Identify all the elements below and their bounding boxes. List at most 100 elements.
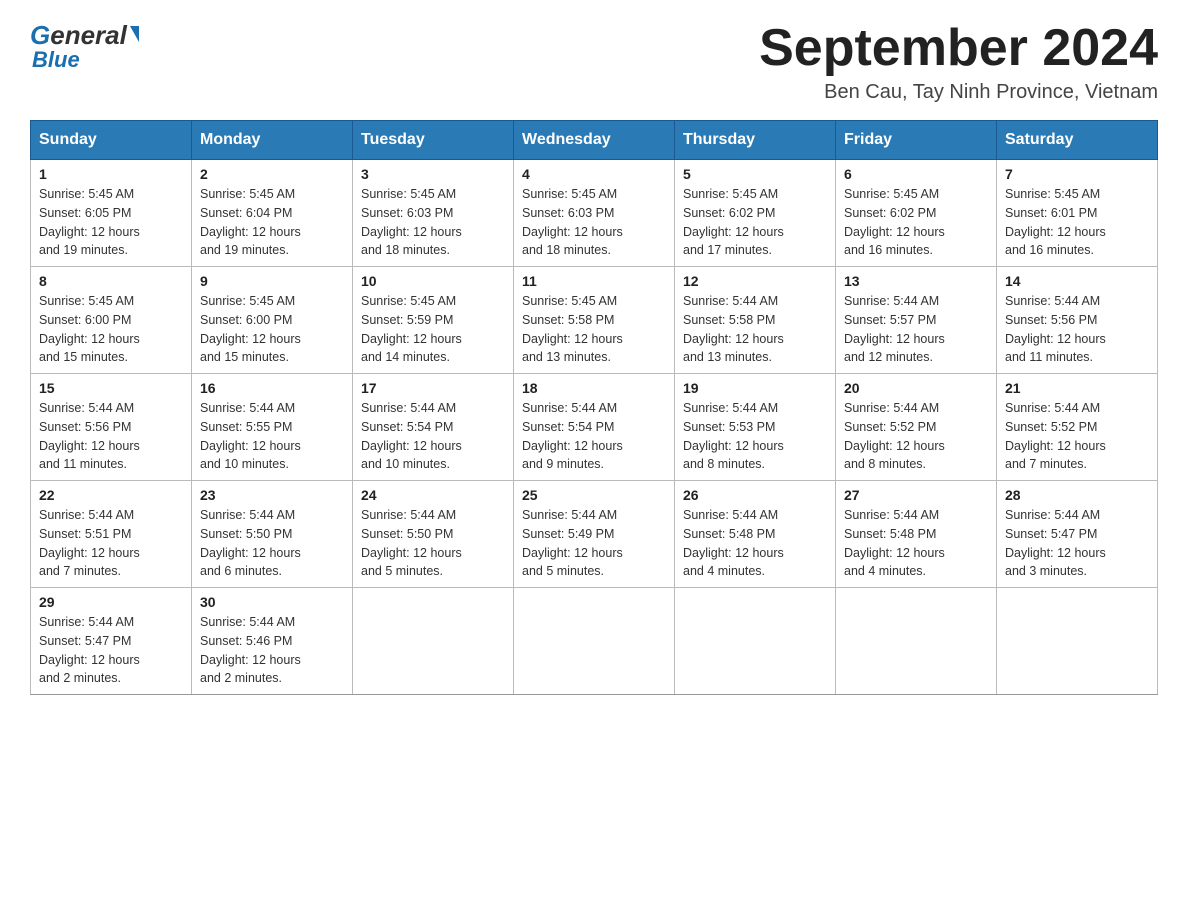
day-number: 17 — [361, 380, 505, 396]
day-number: 25 — [522, 487, 666, 503]
logo-triangle-icon — [130, 26, 139, 42]
day-info: Sunrise: 5:44 AMSunset: 5:58 PMDaylight:… — [683, 292, 827, 367]
day-info: Sunrise: 5:44 AMSunset: 5:57 PMDaylight:… — [844, 292, 988, 367]
day-info: Sunrise: 5:44 AMSunset: 5:50 PMDaylight:… — [200, 506, 344, 581]
table-row: 18 Sunrise: 5:44 AMSunset: 5:54 PMDayligh… — [514, 374, 675, 481]
day-info: Sunrise: 5:45 AMSunset: 6:00 PMDaylight:… — [39, 292, 183, 367]
calendar-table: Sunday Monday Tuesday Wednesday Thursday… — [30, 120, 1158, 695]
calendar-header-row: Sunday Monday Tuesday Wednesday Thursday… — [31, 121, 1158, 160]
table-row — [997, 588, 1158, 695]
calendar-week-row: 1 Sunrise: 5:45 AMSunset: 6:05 PMDaylight… — [31, 160, 1158, 267]
logo-blue-row: Blue — [32, 47, 80, 73]
day-number: 28 — [1005, 487, 1149, 503]
day-number: 11 — [522, 273, 666, 289]
table-row: 7 Sunrise: 5:45 AMSunset: 6:01 PMDaylight… — [997, 160, 1158, 267]
table-row: 14Sunrise: 5:44 AMSunset: 5:56 PMDayligh… — [997, 267, 1158, 374]
table-row: 2 Sunrise: 5:45 AMSunset: 6:04 PMDaylight… — [192, 160, 353, 267]
table-row: 5Sunrise: 5:45 AMSunset: 6:02 PMDaylight… — [675, 160, 836, 267]
day-info: Sunrise: 5:44 AMSunset: 5:52 PMDaylight:… — [844, 399, 988, 474]
day-info: Sunrise: 5:45 AMSunset: 6:03 PMDaylight:… — [522, 185, 666, 260]
day-number: 13 — [844, 273, 988, 289]
main-title: September 2024 — [759, 20, 1158, 77]
day-number: 27 — [844, 487, 988, 503]
day-info: Sunrise: 5:45 AMSunset: 6:02 PMDaylight:… — [844, 185, 988, 260]
day-info: Sunrise: 5:44 AMSunset: 5:52 PMDaylight:… — [1005, 399, 1149, 474]
table-row: 27Sunrise: 5:44 AMSunset: 5:48 PMDayligh… — [836, 481, 997, 588]
table-row: 28 Sunrise: 5:44 AMSunset: 5:47 PMDayligh… — [997, 481, 1158, 588]
table-row: 29Sunrise: 5:44 AMSunset: 5:47 PMDayligh… — [31, 588, 192, 695]
calendar-week-row: 29Sunrise: 5:44 AMSunset: 5:47 PMDayligh… — [31, 588, 1158, 695]
day-number: 22 — [39, 487, 183, 503]
day-info: Sunrise: 5:44 AMSunset: 5:47 PMDaylight:… — [1005, 506, 1149, 581]
day-number: 5 — [683, 166, 827, 182]
title-area: September 2024 Ben Cau, Tay Ninh Provinc… — [759, 20, 1158, 104]
col-saturday: Saturday — [997, 121, 1158, 160]
day-number: 16 — [200, 380, 344, 396]
day-info: Sunrise: 5:45 AMSunset: 6:04 PMDaylight:… — [200, 185, 344, 260]
page-header: G eneral Blue September 2024 Ben Cau, Ta… — [30, 20, 1158, 104]
day-info: Sunrise: 5:44 AMSunset: 5:49 PMDaylight:… — [522, 506, 666, 581]
table-row: 1 Sunrise: 5:45 AMSunset: 6:05 PMDaylight… — [31, 160, 192, 267]
day-info: Sunrise: 5:45 AMSunset: 5:58 PMDaylight:… — [522, 292, 666, 367]
table-row: 30Sunrise: 5:44 AMSunset: 5:46 PMDayligh… — [192, 588, 353, 695]
table-row: 20 Sunrise: 5:44 AMSunset: 5:52 PMDayligh… — [836, 374, 997, 481]
day-info: Sunrise: 5:45 AMSunset: 6:00 PMDaylight:… — [200, 292, 344, 367]
col-tuesday: Tuesday — [353, 121, 514, 160]
table-row: 11 Sunrise: 5:45 AMSunset: 5:58 PMDayligh… — [514, 267, 675, 374]
table-row — [353, 588, 514, 695]
day-number: 12 — [683, 273, 827, 289]
table-row — [675, 588, 836, 695]
table-row: 10 Sunrise: 5:45 AMSunset: 5:59 PMDayligh… — [353, 267, 514, 374]
day-number: 7 — [1005, 166, 1149, 182]
day-info: Sunrise: 5:44 AMSunset: 5:54 PMDaylight:… — [361, 399, 505, 474]
day-number: 1 — [39, 166, 183, 182]
day-info: Sunrise: 5:45 AMSunset: 6:01 PMDaylight:… — [1005, 185, 1149, 260]
day-number: 14 — [1005, 273, 1149, 289]
day-info: Sunrise: 5:45 AMSunset: 6:05 PMDaylight:… — [39, 185, 183, 260]
table-row: 17 Sunrise: 5:44 AMSunset: 5:54 PMDayligh… — [353, 374, 514, 481]
day-number: 24 — [361, 487, 505, 503]
table-row: 19 Sunrise: 5:44 AMSunset: 5:53 PMDayligh… — [675, 374, 836, 481]
logo-area: G eneral Blue — [30, 20, 139, 73]
day-number: 4 — [522, 166, 666, 182]
day-info: Sunrise: 5:44 AMSunset: 5:54 PMDaylight:… — [522, 399, 666, 474]
day-number: 8 — [39, 273, 183, 289]
table-row: 22 Sunrise: 5:44 AMSunset: 5:51 PMDayligh… — [31, 481, 192, 588]
day-info: Sunrise: 5:44 AMSunset: 5:51 PMDaylight:… — [39, 506, 183, 581]
day-number: 18 — [522, 380, 666, 396]
table-row — [836, 588, 997, 695]
day-info: Sunrise: 5:44 AMSunset: 5:55 PMDaylight:… — [200, 399, 344, 474]
day-number: 30 — [200, 594, 344, 610]
day-number: 6 — [844, 166, 988, 182]
table-row: 9Sunrise: 5:45 AMSunset: 6:00 PMDaylight… — [192, 267, 353, 374]
day-info: Sunrise: 5:45 AMSunset: 5:59 PMDaylight:… — [361, 292, 505, 367]
day-number: 20 — [844, 380, 988, 396]
table-row: 23 Sunrise: 5:44 AMSunset: 5:50 PMDayligh… — [192, 481, 353, 588]
table-row: 26Sunrise: 5:44 AMSunset: 5:48 PMDayligh… — [675, 481, 836, 588]
day-number: 29 — [39, 594, 183, 610]
day-info: Sunrise: 5:44 AMSunset: 5:50 PMDaylight:… — [361, 506, 505, 581]
day-number: 2 — [200, 166, 344, 182]
day-number: 19 — [683, 380, 827, 396]
table-row — [514, 588, 675, 695]
day-number: 10 — [361, 273, 505, 289]
day-info: Sunrise: 5:44 AMSunset: 5:56 PMDaylight:… — [39, 399, 183, 474]
table-row: 24 Sunrise: 5:44 AMSunset: 5:50 PMDayligh… — [353, 481, 514, 588]
subtitle: Ben Cau, Tay Ninh Province, Vietnam — [759, 81, 1158, 104]
day-info: Sunrise: 5:44 AMSunset: 5:53 PMDaylight:… — [683, 399, 827, 474]
table-row: 16 Sunrise: 5:44 AMSunset: 5:55 PMDayligh… — [192, 374, 353, 481]
table-row: 13 Sunrise: 5:44 AMSunset: 5:57 PMDayligh… — [836, 267, 997, 374]
table-row: 8 Sunrise: 5:45 AMSunset: 6:00 PMDaylight… — [31, 267, 192, 374]
col-sunday: Sunday — [31, 121, 192, 160]
col-thursday: Thursday — [675, 121, 836, 160]
table-row: 6 Sunrise: 5:45 AMSunset: 6:02 PMDaylight… — [836, 160, 997, 267]
col-friday: Friday — [836, 121, 997, 160]
calendar-week-row: 8 Sunrise: 5:45 AMSunset: 6:00 PMDaylight… — [31, 267, 1158, 374]
logo-blue-text: Blue — [32, 47, 80, 73]
day-number: 23 — [200, 487, 344, 503]
day-number: 21 — [1005, 380, 1149, 396]
day-info: Sunrise: 5:45 AMSunset: 6:03 PMDaylight:… — [361, 185, 505, 260]
calendar-week-row: 15 Sunrise: 5:44 AMSunset: 5:56 PMDayligh… — [31, 374, 1158, 481]
day-number: 15 — [39, 380, 183, 396]
day-number: 3 — [361, 166, 505, 182]
